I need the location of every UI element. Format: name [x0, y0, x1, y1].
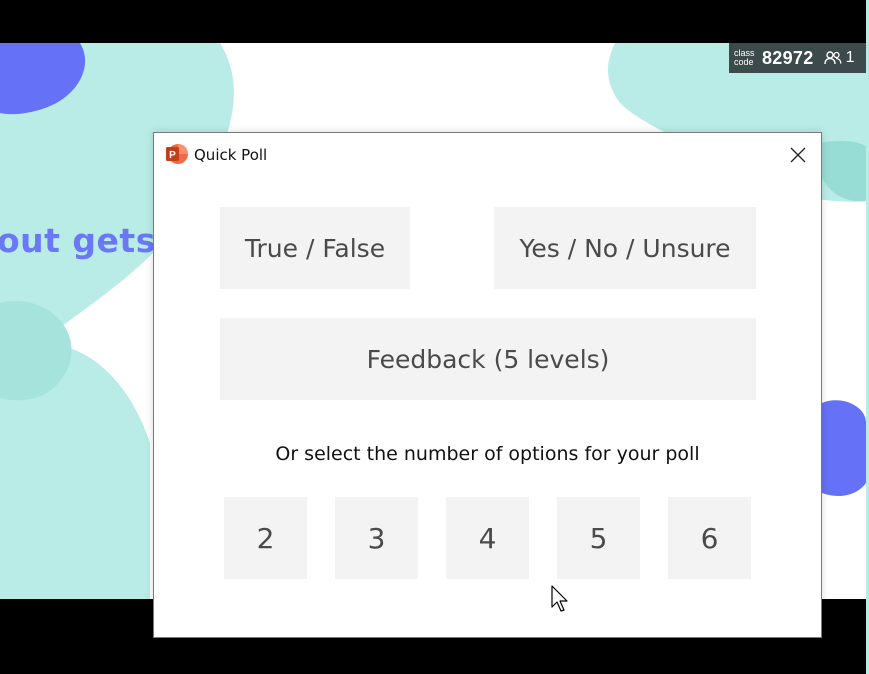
option-count-5-button[interactable]: 5: [557, 497, 640, 579]
dialog-title: Quick Poll: [194, 146, 268, 164]
participant-count-value: 1: [845, 49, 855, 66]
class-code-value: 82972: [762, 47, 814, 68]
quick-poll-dialog: P Quick Poll True / False Yes / No / Uns…: [153, 132, 822, 638]
option-count-3-button[interactable]: 3: [335, 497, 418, 579]
option-count-6-button[interactable]: 6: [668, 497, 751, 579]
slide-heading-text: out gets: [0, 221, 156, 260]
option-count-4-button[interactable]: 4: [446, 497, 529, 579]
feedback-button[interactable]: Feedback (5 levels): [220, 318, 756, 400]
powerpoint-icon: P: [166, 144, 188, 164]
close-button[interactable]: [775, 133, 821, 177]
mouse-cursor-icon: [551, 585, 568, 612]
class-code-badge: class code 82972 1: [729, 43, 866, 73]
class-code-label: class code: [734, 48, 755, 67]
dialog-titlebar: P Quick Poll: [154, 133, 821, 177]
svg-text:P: P: [169, 150, 176, 161]
yes-no-unsure-button[interactable]: Yes / No / Unsure: [494, 207, 756, 289]
option-count-2-button[interactable]: 2: [224, 497, 307, 579]
users-icon: [823, 51, 842, 65]
options-hint: Or select the number of options for your…: [275, 443, 700, 465]
screen: out gets class code 82972 1 P Quick Poll…: [0, 0, 869, 674]
close-icon: [790, 147, 806, 163]
participant-count: 1: [823, 49, 855, 67]
true-false-button[interactable]: True / False: [220, 207, 410, 289]
